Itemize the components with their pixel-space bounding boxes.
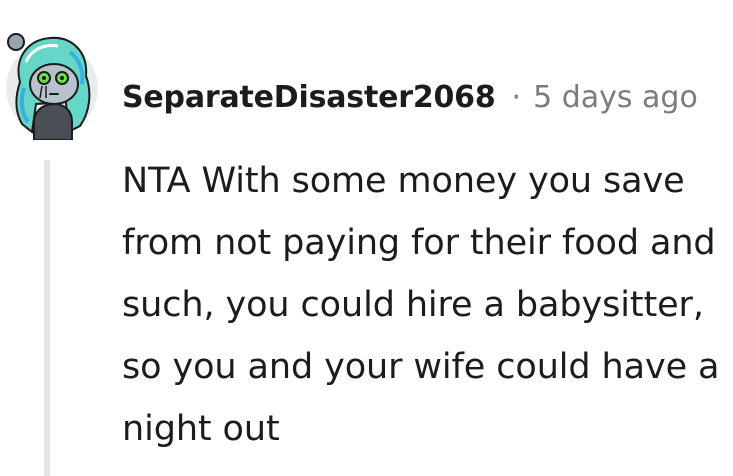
- comment: SeparateDisaster2068 · 5 days ago NTA Wi…: [0, 0, 733, 476]
- timestamp[interactable]: 5 days ago: [533, 80, 698, 115]
- separator-dot: ·: [511, 79, 522, 115]
- comment-body: NTA With some money you save from not pa…: [122, 161, 720, 449]
- username-link[interactable]: SeparateDisaster2068: [122, 80, 496, 115]
- user-avatar-icon[interactable]: [6, 22, 98, 140]
- comment-header: SeparateDisaster2068 · 5 days ago: [122, 75, 698, 119]
- thread-collapse-line[interactable]: [44, 160, 50, 476]
